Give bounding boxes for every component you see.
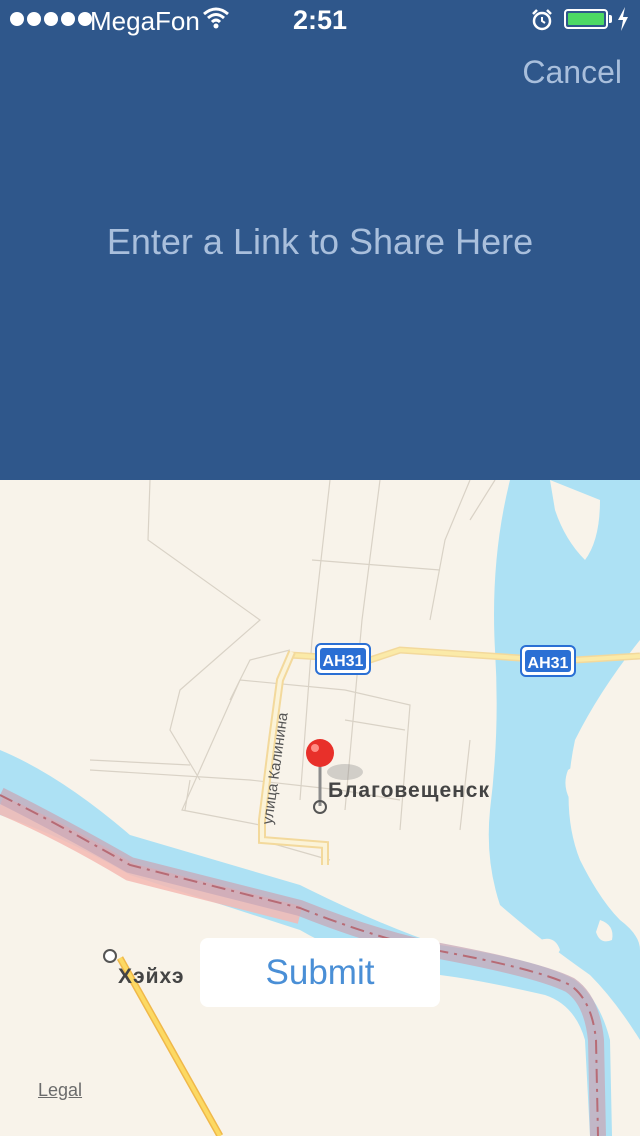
link-input[interactable] xyxy=(0,210,640,274)
legal-link[interactable]: Legal xyxy=(38,1080,82,1101)
route-badge-ah31: AH31 xyxy=(520,645,576,677)
map-view[interactable]: AH31 AH31 улица Калинина Благовещенск Хэ… xyxy=(0,480,640,1136)
route-badge-ah31: AH31 xyxy=(315,643,371,675)
battery-icon xyxy=(564,9,608,29)
status-bar: MegaFon 2:51 xyxy=(0,0,640,40)
alarm-icon xyxy=(532,9,552,31)
share-header: MegaFon 2:51 Cancel xyxy=(0,0,640,480)
town-label: Хэйхэ xyxy=(118,965,185,988)
town-marker-icon xyxy=(103,949,117,963)
cancel-button[interactable]: Cancel xyxy=(522,54,622,91)
submit-button[interactable]: Submit xyxy=(200,938,440,1007)
svg-text:AH31: AH31 xyxy=(528,655,569,672)
charging-bolt-icon xyxy=(618,7,628,31)
battery-tip xyxy=(609,15,612,23)
svg-text:AH31: AH31 xyxy=(323,653,364,670)
city-label: Благовещенск xyxy=(328,779,490,802)
